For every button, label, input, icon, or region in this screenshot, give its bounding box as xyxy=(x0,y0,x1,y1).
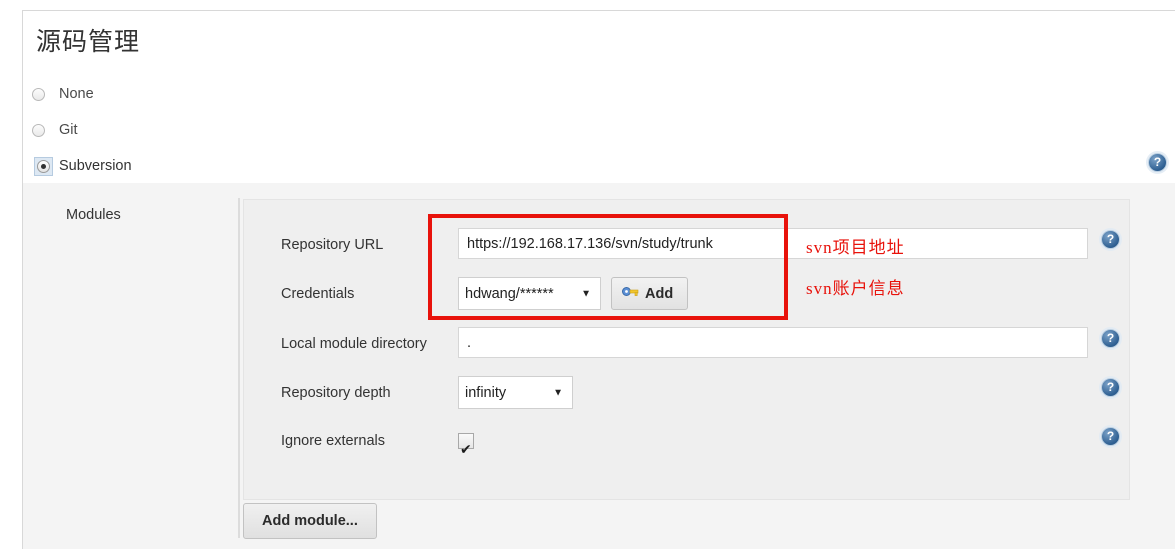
module-panel: Repository URL Credentials hdwang/******… xyxy=(243,199,1130,500)
row-ignore-externals: Ignore externals xyxy=(244,424,1129,466)
local-module-directory-input[interactable] xyxy=(458,327,1088,358)
scm-option-git[interactable]: Git xyxy=(32,112,334,148)
radio-subversion[interactable] xyxy=(37,159,50,173)
help-icon-repository-depth[interactable] xyxy=(1101,378,1120,397)
help-icon-ignore-externals[interactable] xyxy=(1101,427,1120,446)
scm-radio-group: None Git Subversion xyxy=(32,76,334,184)
row-repository-url: Repository URL xyxy=(244,228,1129,262)
row-credentials: Credentials hdwang/****** ▼ Add xyxy=(244,277,1129,311)
radio-git[interactable] xyxy=(32,123,45,137)
help-icon-repository-url[interactable] xyxy=(1101,230,1120,249)
scm-option-git-label: Git xyxy=(59,122,78,138)
add-credentials-button[interactable]: Add xyxy=(611,277,689,310)
radio-none[interactable] xyxy=(32,87,45,101)
add-credentials-label: Add xyxy=(645,285,674,302)
top-divider xyxy=(22,10,1175,11)
ignore-externals-checkbox[interactable] xyxy=(458,432,474,466)
scm-configuration-page: 源码管理 None Git Subversion Modules xyxy=(0,0,1175,549)
repository-depth-select-wrap[interactable]: infinity ▼ xyxy=(458,376,573,409)
repository-url-input[interactable] xyxy=(458,228,1088,259)
row-local-module-directory: Local module directory xyxy=(244,327,1129,361)
module-panel-divider xyxy=(238,198,240,538)
annotation-repository-url: svn项目地址 xyxy=(806,238,905,257)
scm-option-none[interactable]: None xyxy=(32,76,334,112)
scm-option-subversion[interactable]: Subversion xyxy=(34,148,334,184)
credentials-select-wrap[interactable]: hdwang/****** ▼ xyxy=(458,277,601,310)
scm-option-none-label: None xyxy=(59,86,94,102)
radio-wrap-subversion[interactable] xyxy=(34,156,53,176)
help-icon-scm[interactable] xyxy=(1148,153,1167,172)
help-icon-local-module-directory[interactable] xyxy=(1101,329,1120,348)
radio-wrap-none[interactable] xyxy=(32,85,53,104)
repository-url-label: Repository URL xyxy=(281,237,384,253)
radio-wrap-git[interactable] xyxy=(32,121,53,140)
row-repository-depth: Repository depth infinity ▼ xyxy=(244,376,1129,410)
repository-depth-label: Repository depth xyxy=(281,385,391,401)
credentials-select[interactable]: hdwang/****** xyxy=(458,277,601,310)
local-module-directory-label: Local module directory xyxy=(281,336,427,352)
page-title: 源码管理 xyxy=(36,29,141,56)
modules-label: Modules xyxy=(66,207,121,223)
ignore-externals-label: Ignore externals xyxy=(281,433,385,449)
scm-option-subversion-label: Subversion xyxy=(59,158,132,174)
credentials-label: Credentials xyxy=(281,286,355,302)
annotation-credentials: svn账户信息 xyxy=(806,279,905,298)
add-module-button[interactable]: Add module... xyxy=(243,503,377,539)
repository-depth-select[interactable]: infinity xyxy=(458,376,573,409)
key-icon xyxy=(622,285,639,302)
